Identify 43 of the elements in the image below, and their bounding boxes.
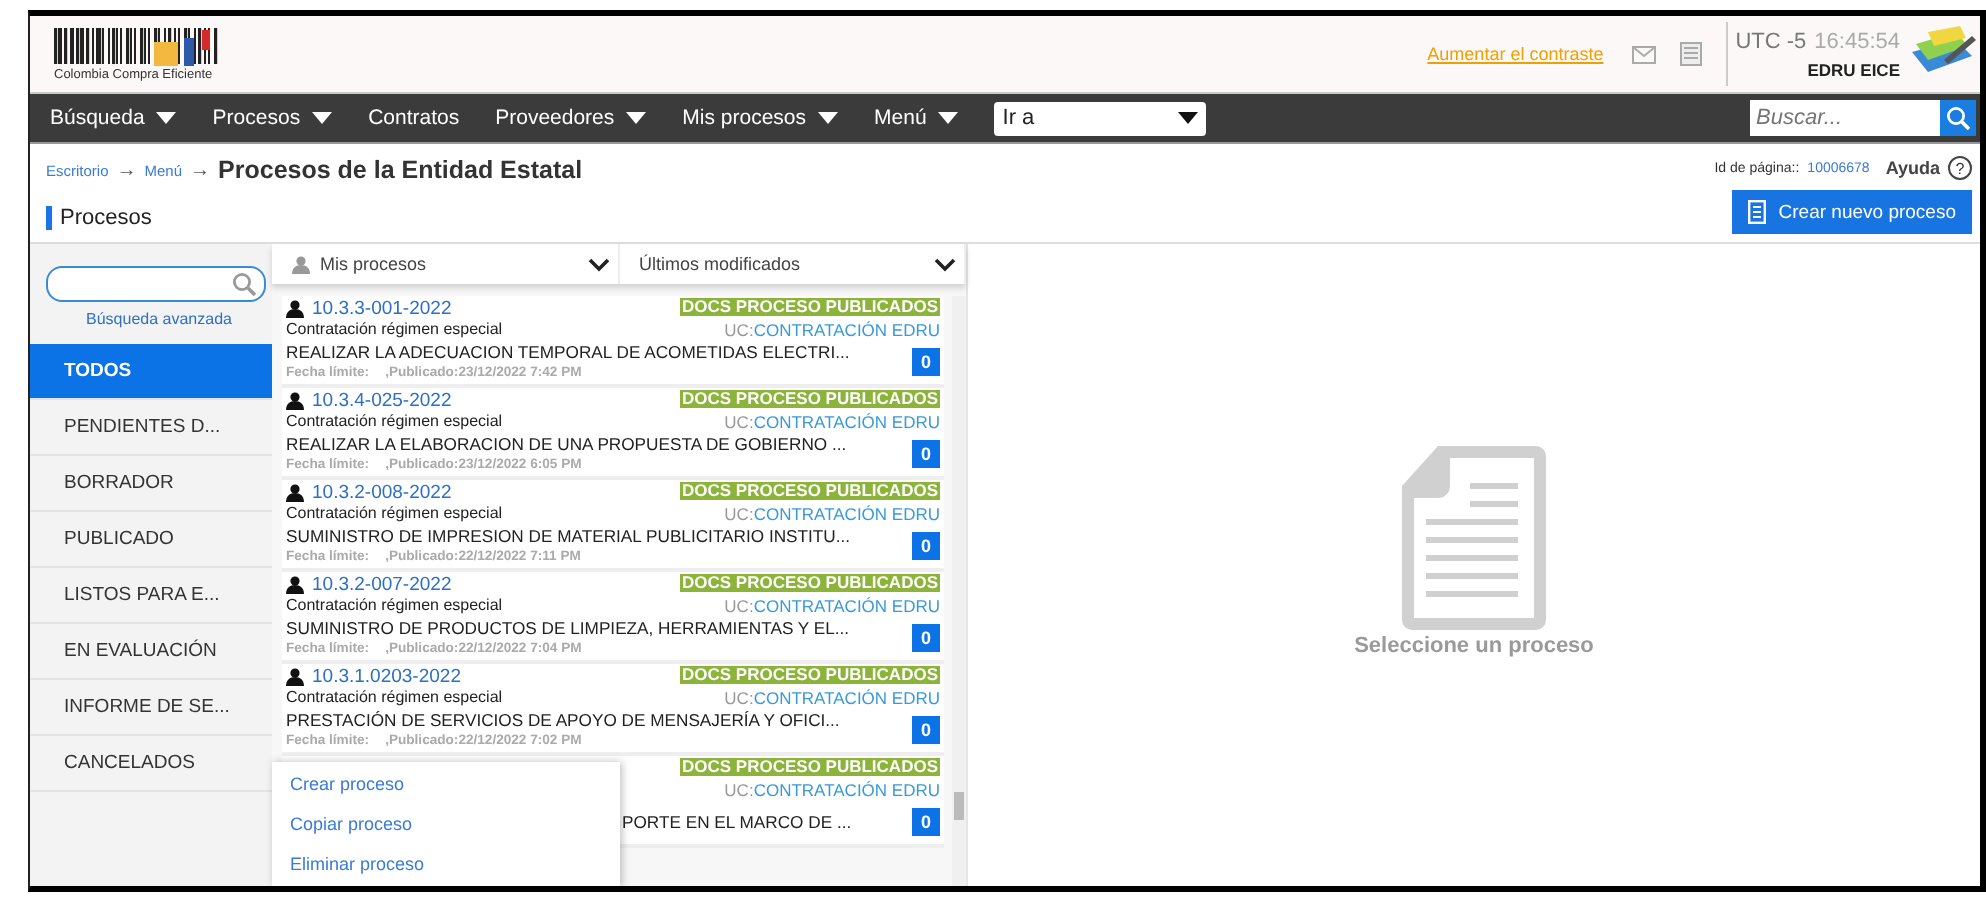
timezone-label: UTC -5 — [1735, 29, 1807, 53]
unit-name: CONTRATACIÓN EDRU — [753, 687, 940, 708]
status-tag: DOCS PROCESO PUBLICADOS — [680, 482, 940, 500]
empty-state-message: Seleccione un proceso — [1354, 633, 1594, 657]
count-badge: 0 — [912, 808, 940, 836]
status-tag: DOCS PROCESO PUBLICADOS — [680, 758, 940, 776]
process-type: Contratación régimen especial — [286, 688, 503, 708]
clock-time: 16:45:54 — [1814, 29, 1900, 53]
count-badge: 0 — [912, 440, 940, 468]
breadcrumb-separator: → — [190, 159, 211, 181]
unit-name: CONTRATACIÓN EDRU — [753, 595, 940, 616]
unit-name: CONTRATACIÓN EDRU — [753, 503, 940, 524]
process-title: REALIZAR LA ADECUACION TEMPORAL DE ACOMETIDAS ELECTRI... — [286, 340, 850, 364]
process-title: SUMINISTRO DE PRODUCTOS DE LIMPIEZA, HERRAMIENTAS Y EL... — [286, 616, 850, 640]
status-tag: DOCS PROCESO PUBLICADOS — [680, 390, 940, 408]
unit-label: UC: — [724, 319, 754, 340]
count-badge: 0 — [912, 624, 940, 652]
page-title: Procesos de la Entidad Estatal — [218, 156, 583, 184]
process-title: PRESTACIÓN DE SERVICIOS DE APOYO DE MENSAJERÍA Y OFICI... — [286, 708, 840, 732]
status-tag: DOCS PROCESO PUBLICADOS — [680, 574, 940, 592]
unit-name: CONTRATACIÓN EDRU — [753, 779, 940, 800]
process-title: PORTE EN EL MARCO DE ... — [622, 810, 852, 834]
unit-label: UC: — [724, 595, 754, 616]
unit-name: CONTRATACIÓN EDRU — [753, 411, 940, 432]
unit-label: UC: — [724, 687, 754, 708]
count-badge: 0 — [912, 716, 940, 744]
process-type: Contratación régimen especial — [286, 412, 503, 432]
unit-name: CONTRATACIÓN EDRU — [753, 319, 940, 340]
section-title: Procesos — [46, 206, 583, 230]
unit-label: UC: — [724, 411, 754, 432]
user-name: EDRU EICE — [1807, 59, 1900, 79]
process-title: REALIZAR LA ELABORACION DE UNA PROPUESTA DE GOBIERNO ... — [286, 432, 847, 456]
status-tag: DOCS PROCESO PUBLICADOS — [680, 666, 940, 684]
status-tag: DOCS PROCESO PUBLICADOS — [680, 298, 940, 316]
breadcrumb-separator: → — [116, 159, 137, 181]
unit-label: UC: — [724, 779, 754, 800]
process-type: Contratación régimen especial — [286, 504, 503, 524]
process-title: SUMINISTRO DE IMPRESION DE MATERIAL PUBLICITARIO INSTITU... — [286, 524, 851, 548]
unit-label: UC: — [724, 503, 754, 524]
process-type: Contratación régimen especial — [286, 320, 503, 340]
count-badge: 0 — [912, 532, 940, 560]
count-badge: 0 — [912, 348, 940, 376]
process-type: Contratación régimen especial — [286, 596, 503, 616]
